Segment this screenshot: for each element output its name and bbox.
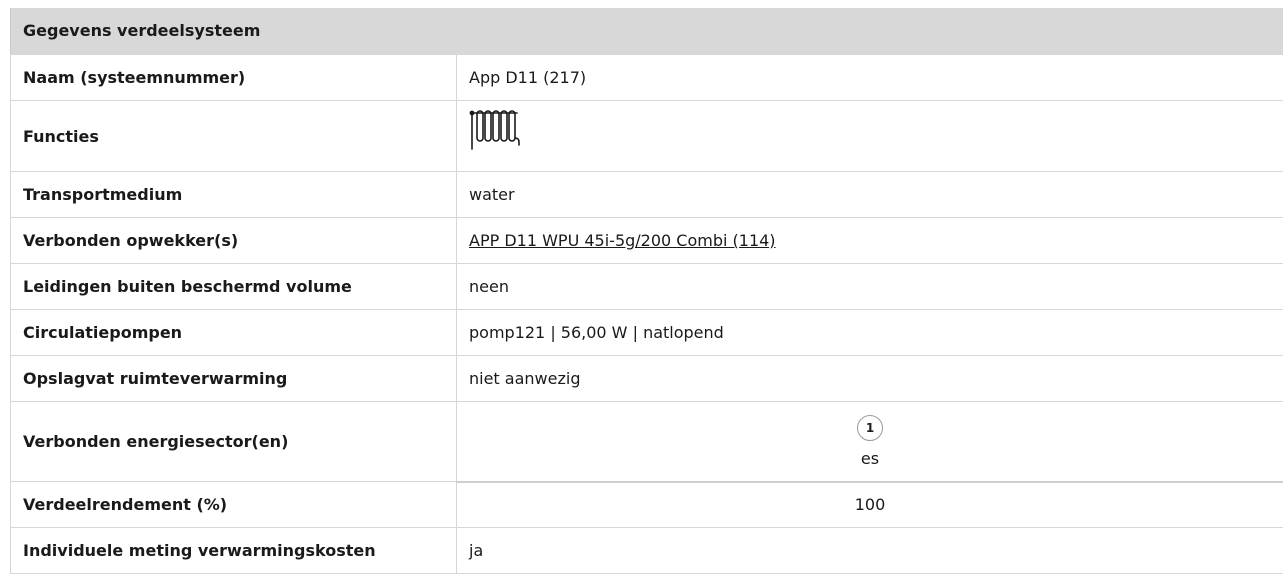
sector-number-badge: 1 bbox=[857, 415, 883, 441]
row-label: Functies bbox=[11, 101, 457, 172]
row-value: ja bbox=[457, 528, 1283, 574]
row-label: Opslagvat ruimteverwarming bbox=[11, 356, 457, 402]
table-row: Verbonden opwekker(s) APP D11 WPU 45i-5g… bbox=[11, 218, 1283, 264]
distribution-system-panel: Gegevens verdeelsysteem Naam (systeemnum… bbox=[10, 8, 1283, 574]
row-value: 100 bbox=[457, 482, 1283, 528]
row-value: pomp121 | 56,00 W | natlopend bbox=[457, 310, 1283, 356]
row-label: Circulatiepompen bbox=[11, 310, 457, 356]
row-value: App D11 (217) bbox=[457, 55, 1283, 101]
table-row: Transportmedium water bbox=[11, 172, 1283, 218]
table-row: Verbonden energiesector(en) 1 es bbox=[11, 402, 1283, 482]
generator-link[interactable]: APP D11 WPU 45i-5g/200 Combi (114) bbox=[469, 231, 776, 250]
table-row: Individuele meting verwarmingskosten ja bbox=[11, 528, 1283, 574]
row-value: neen bbox=[457, 264, 1283, 310]
row-value: water bbox=[457, 172, 1283, 218]
row-label: Verbonden energiesector(en) bbox=[11, 402, 457, 482]
table-row: Opslagvat ruimteverwarming niet aanwezig bbox=[11, 356, 1283, 402]
energy-sector-cell: 1 es bbox=[457, 402, 1283, 482]
radiator-icon bbox=[469, 105, 529, 169]
row-value-cell: APP D11 WPU 45i-5g/200 Combi (114) bbox=[457, 218, 1283, 264]
details-table: Naam (systeemnummer) App D11 (217) Funct… bbox=[10, 54, 1283, 574]
table-row: Leidingen buiten beschermd volume neen bbox=[11, 264, 1283, 310]
table-row: Functies bbox=[11, 101, 1283, 172]
table-row: Naam (systeemnummer) App D11 (217) bbox=[11, 55, 1283, 101]
row-label: Individuele meting verwarmingskosten bbox=[11, 528, 457, 574]
row-label: Leidingen buiten beschermd volume bbox=[11, 264, 457, 310]
row-label: Verbonden opwekker(s) bbox=[11, 218, 457, 264]
panel-title: Gegevens verdeelsysteem bbox=[10, 8, 1283, 54]
functions-cell bbox=[457, 101, 1283, 172]
table-row: Circulatiepompen pomp121 | 56,00 W | nat… bbox=[11, 310, 1283, 356]
row-label: Naam (systeemnummer) bbox=[11, 55, 457, 101]
row-value: niet aanwezig bbox=[457, 356, 1283, 402]
row-label: Verdeelrendement (%) bbox=[11, 482, 457, 528]
energy-sector-item[interactable]: 1 es bbox=[469, 415, 1271, 468]
table-row: Verdeelrendement (%) 100 bbox=[11, 482, 1283, 528]
row-label: Transportmedium bbox=[11, 172, 457, 218]
sector-name: es bbox=[861, 449, 879, 468]
